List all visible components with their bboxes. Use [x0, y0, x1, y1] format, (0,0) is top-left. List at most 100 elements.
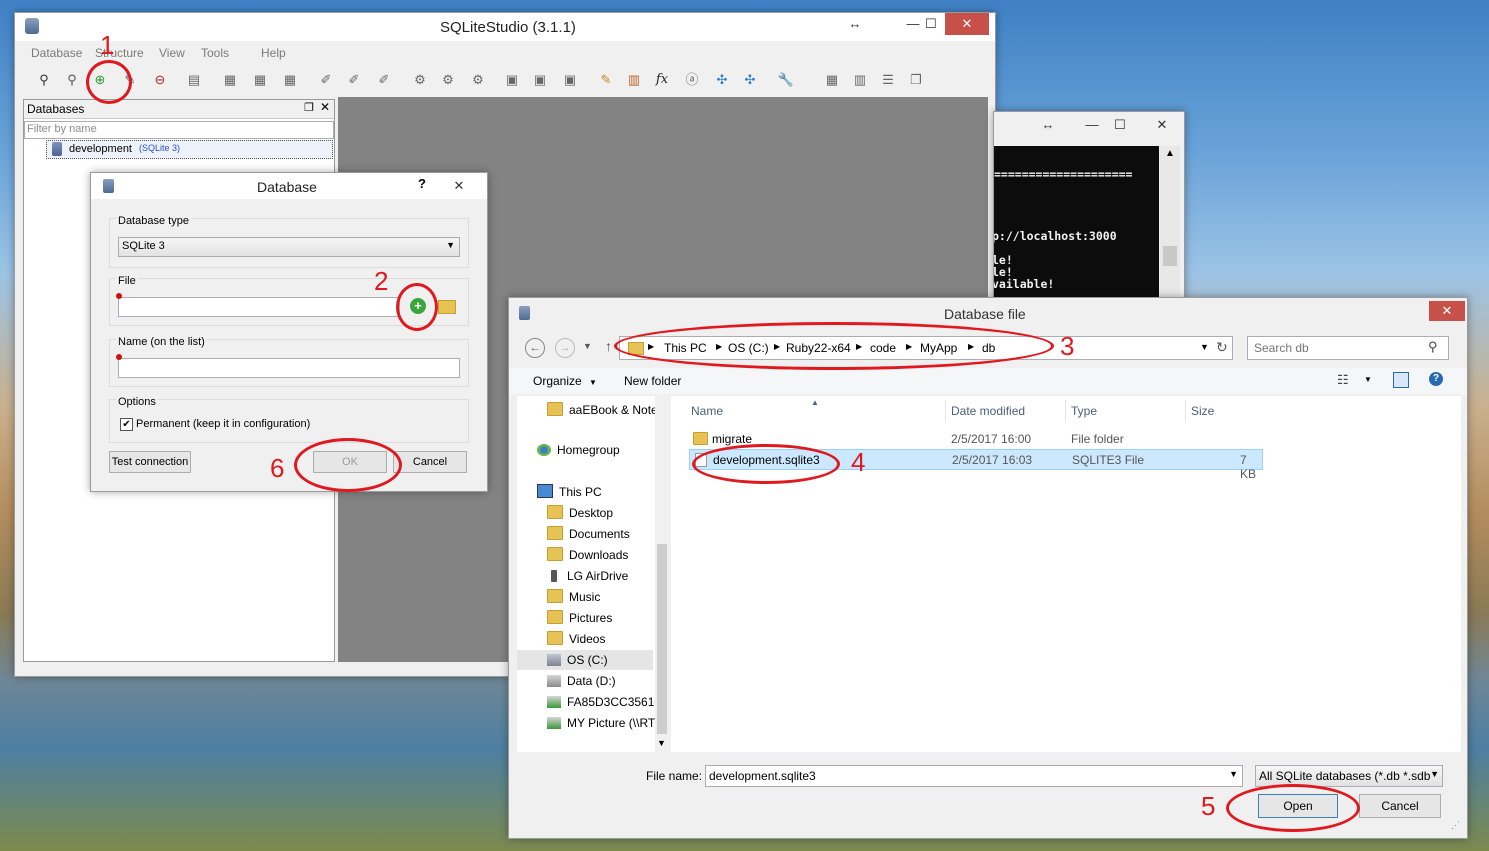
scroll-up-icon[interactable]: ▲ [1165, 148, 1175, 159]
annotation-circle-1 [86, 60, 132, 104]
import-icon[interactable]: ✣ [739, 69, 761, 91]
restore-drag-icon[interactable]: ↔ [839, 13, 871, 35]
forward-button[interactable]: → [555, 338, 575, 358]
resize-grip-icon[interactable]: ⋰ [1451, 820, 1460, 831]
browse-folder-icon[interactable] [438, 300, 456, 314]
column-date-modified[interactable]: Date modified [951, 400, 1025, 422]
cancel-button[interactable]: Cancel [393, 451, 467, 473]
cascade-icon[interactable]: ❐ [905, 69, 927, 91]
remove-database-icon[interactable]: ⊖ [149, 69, 171, 91]
chevron-down-icon[interactable]: ▼ [1229, 769, 1238, 779]
nav-item[interactable]: Documents [547, 524, 630, 544]
file-dialog-close-button[interactable]: ✕ [1429, 301, 1465, 321]
search-placeholder: Search db [1254, 341, 1309, 355]
scroll-thumb[interactable] [1163, 246, 1177, 266]
edit-trigger-icon[interactable]: ⚙ [437, 69, 459, 91]
permanent-checkbox[interactable]: ✔ [120, 418, 133, 431]
new-table-icon[interactable]: ▦ [219, 69, 241, 91]
delete-view-icon[interactable]: ▣ [559, 69, 581, 91]
nav-item[interactable]: MY Picture (\\RT [547, 713, 655, 733]
menu-help[interactable]: Help [261, 46, 286, 60]
tile-vertical-icon[interactable]: ☰ [877, 69, 899, 91]
tile-icon[interactable]: ▦ [821, 69, 843, 91]
preview-pane-icon[interactable] [1393, 372, 1409, 388]
file-name-input[interactable]: development.sqlite3 ▼ [705, 765, 1243, 787]
nav-item[interactable]: Pictures [547, 608, 612, 628]
name-input[interactable] [118, 358, 460, 378]
back-button[interactable]: ← [525, 338, 545, 358]
scroll-down-icon[interactable]: ▼ [657, 738, 666, 748]
connect-icon[interactable]: ⚲ [33, 69, 55, 91]
file-cancel-button[interactable]: Cancel [1359, 794, 1441, 818]
organize-button[interactable]: Organize ▼ [533, 374, 597, 388]
nav-item[interactable]: Homegroup [537, 440, 620, 460]
column-type[interactable]: Type [1071, 400, 1097, 422]
file-input[interactable] [118, 297, 400, 317]
maximize-button[interactable]: ☐ [915, 13, 947, 35]
recent-locations-icon[interactable]: ▼ [583, 341, 592, 351]
chevron-down-icon[interactable]: ▼ [1430, 769, 1439, 779]
filter-input[interactable]: Filter by name [24, 121, 334, 139]
database-dialog-titlebar: Database ? ✕ [91, 173, 487, 199]
view-options-icon[interactable]: ☷ [1337, 372, 1349, 388]
up-button[interactable]: ↑ [605, 338, 612, 354]
nav-item[interactable]: LG AirDrive [547, 566, 628, 586]
terminal-maximize-button[interactable]: ☐ [1104, 114, 1136, 136]
edit-view-icon[interactable]: ▣ [529, 69, 551, 91]
db-type-select[interactable]: SQLite 3 ▼ [118, 237, 460, 257]
delete-index-icon[interactable]: ✐ [373, 69, 395, 91]
test-connection-button[interactable]: Test connection [109, 451, 191, 473]
export-icon[interactable]: ▤ [183, 69, 205, 91]
edit-index-icon[interactable]: ✐ [343, 69, 365, 91]
menu-view[interactable]: View [159, 46, 185, 60]
scroll-thumb[interactable] [657, 544, 667, 734]
extensions-icon[interactable]: ✣ [711, 69, 733, 91]
help-icon[interactable]: ? [1429, 372, 1443, 386]
nav-scrollbar[interactable]: ▼ [655, 396, 669, 752]
nav-item[interactable]: This PC [537, 482, 602, 502]
column-size[interactable]: Size [1191, 400, 1214, 422]
terminal-close-button[interactable]: ✕ [1142, 114, 1182, 136]
name-label: Name (on the list) [116, 336, 207, 348]
sql-editor-icon[interactable]: ✎ [595, 69, 617, 91]
float-panel-icon[interactable]: ❐ [304, 101, 314, 114]
nav-item[interactable]: aaEBook & Note [547, 400, 658, 420]
menu-tools[interactable]: Tools [201, 46, 229, 60]
db-tree-item[interactable]: development (SQLite 3) [46, 140, 333, 159]
nav-item[interactable]: Data (D:) [547, 671, 616, 691]
collations-icon[interactable]: ⓐ [681, 69, 703, 91]
search-icon[interactable]: ⚲ [1428, 339, 1438, 355]
edit-table-icon[interactable]: ▦ [249, 69, 271, 91]
nav-item[interactable]: Desktop [547, 503, 613, 523]
refresh-icon[interactable]: ↻ [1216, 339, 1228, 356]
delete-trigger-icon[interactable]: ⚙ [467, 69, 489, 91]
file-date: 2/5/2017 16:00 [951, 432, 1032, 446]
config-icon[interactable]: 🔧 [775, 69, 797, 91]
search-input[interactable]: Search db ⚲ [1247, 336, 1449, 360]
menu-database[interactable]: Database [31, 46, 82, 60]
ddl-history-icon[interactable]: ▥ [623, 69, 645, 91]
options-group: Options ✔ Permanent (keep it in configur… [109, 396, 469, 443]
functions-icon[interactable]: fx [651, 69, 673, 91]
new-view-icon[interactable]: ▣ [501, 69, 523, 91]
terminal-resize-icon[interactable]: ↔ [1032, 114, 1064, 136]
nav-item[interactable]: Downloads [547, 545, 628, 565]
address-dropdown-icon[interactable]: ▼ [1200, 342, 1209, 352]
tile-horizontal-icon[interactable]: ▥ [849, 69, 871, 91]
delete-table-icon[interactable]: ▦ [279, 69, 301, 91]
new-trigger-icon[interactable]: ⚙ [409, 69, 431, 91]
column-name[interactable]: Name [691, 400, 723, 422]
new-folder-button[interactable]: New folder [624, 374, 681, 388]
nav-item[interactable]: Videos [547, 629, 605, 649]
new-index-icon[interactable]: ✐ [315, 69, 337, 91]
nav-item-selected[interactable]: OS (C:) [517, 650, 653, 670]
close-button[interactable]: ✕ [945, 13, 989, 35]
disconnect-icon[interactable]: ⚲ [61, 69, 83, 91]
close-panel-icon[interactable]: ✕ [320, 100, 330, 114]
dialog-close-button[interactable]: ✕ [439, 175, 479, 197]
terminal-scrollbar[interactable]: ▲ [1160, 146, 1180, 298]
nav-item[interactable]: Music [547, 587, 600, 607]
help-button[interactable]: ? [418, 176, 426, 191]
nav-item[interactable]: FA85D3CC35610 [547, 692, 661, 712]
chevron-down-icon[interactable]: ▼ [1364, 375, 1372, 384]
